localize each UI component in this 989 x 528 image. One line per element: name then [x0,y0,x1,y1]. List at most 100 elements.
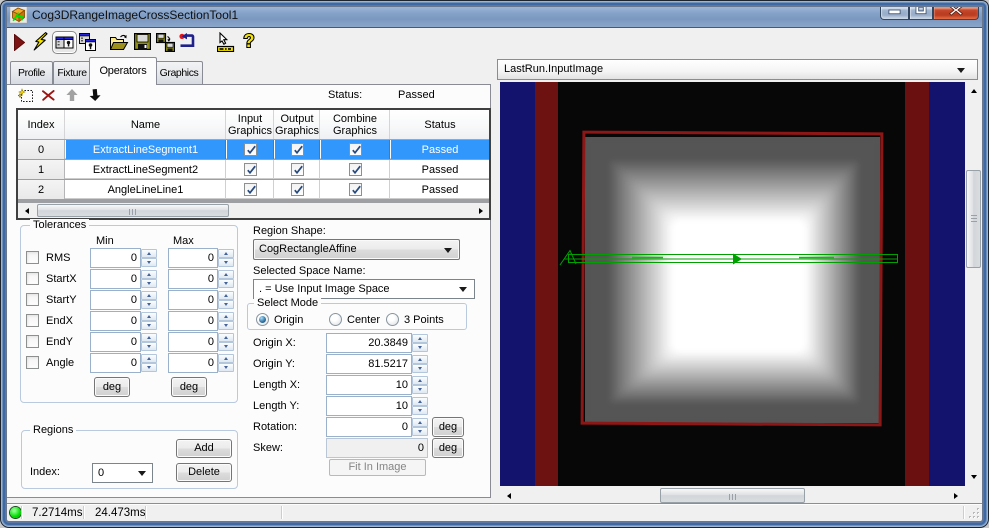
spin-up-button[interactable] [412,334,428,343]
checkbox-checked[interactable] [290,143,304,156]
spin-down-button[interactable] [141,342,157,351]
spin-down-button[interactable] [218,300,234,309]
table-hscroll-thumb[interactable] [37,204,229,217]
region-shape-combo[interactable]: CogRectangleAffine [253,239,460,260]
rotation-deg-button[interactable]: deg [432,417,464,437]
endy-max-input[interactable]: 0 [168,332,218,352]
startx-max-spinner[interactable] [218,270,234,288]
starty-min-spinner[interactable] [141,291,157,309]
endx-min-spinner[interactable] [141,312,157,330]
float-controls-icon[interactable] [79,33,96,51]
length-y-spinner[interactable] [412,397,428,415]
length-x-spinner[interactable] [412,376,428,394]
length-y-input[interactable]: 10 [326,396,412,416]
tolerance-checkbox-rms[interactable] [26,251,39,264]
spin-down-button[interactable] [218,258,234,267]
col-status[interactable]: Status [391,110,489,139]
tab-profile[interactable]: Profile [10,61,53,84]
selected-space-combo[interactable]: . = Use Input Image Space [253,279,475,299]
starty-min-input[interactable]: 0 [90,290,141,310]
scroll-down-button[interactable] [966,469,981,485]
tolerance-checkbox-starty[interactable] [26,293,39,306]
tolerance-checkbox-startx[interactable] [26,272,39,285]
checkbox-checked[interactable] [243,183,257,196]
run-tool-icon[interactable] [14,34,25,51]
region-index-combo[interactable]: 0 [92,463,153,483]
checkbox-checked[interactable] [348,183,362,196]
resize-grip[interactable] [968,507,980,519]
spin-down-button[interactable] [412,364,428,373]
scroll-up-button[interactable] [966,83,981,99]
save-cross-section-icon[interactable] [156,33,175,52]
tab-graphics[interactable]: Graphics [155,61,203,84]
spin-up-button[interactable] [218,354,234,363]
tolerance-checkbox-endx[interactable] [26,314,39,327]
table-cell[interactable] [275,160,320,179]
spin-down-button[interactable] [141,300,157,309]
spin-up-button[interactable] [141,270,157,279]
close-button[interactable] [933,1,979,20]
spin-up-button[interactable] [412,397,428,406]
table-hscrollbar[interactable] [18,203,489,218]
minimize-button[interactable] [880,1,909,20]
endx-max-spinner[interactable] [218,312,234,330]
startx-min-spinner[interactable] [141,270,157,288]
spin-down-button[interactable] [412,343,428,352]
spin-up-button[interactable] [412,418,428,427]
skew-deg-button[interactable]: deg [432,438,464,458]
scroll-left-button[interactable] [19,204,34,217]
rms-max-input[interactable]: 0 [168,248,218,268]
table-cell[interactable] [321,180,390,199]
open-file-icon[interactable] [110,34,129,51]
rotation-input[interactable]: 0 [326,417,412,437]
electric-pointer-icon[interactable] [217,32,236,52]
image-hscrollbar[interactable] [500,487,965,504]
table-cell[interactable]: AngleLineLine1 [66,180,226,199]
spin-up-button[interactable] [141,249,157,258]
angle-min-spinner[interactable] [141,354,157,372]
radio-3points[interactable] [386,313,399,326]
col-name[interactable]: Name [66,110,226,139]
spin-down-button[interactable] [218,363,234,372]
min-deg-button[interactable]: deg [94,377,130,397]
new-operator-icon[interactable] [18,88,34,103]
tolerance-checkbox-angle[interactable] [26,356,39,369]
spin-up-button[interactable] [412,376,428,385]
table-cell[interactable] [321,140,390,159]
spin-up-button[interactable] [141,354,157,363]
image-vscroll-thumb[interactable] [966,170,981,268]
table-cell[interactable] [227,140,274,159]
reset-tool-icon[interactable] [179,33,197,50]
image-vscrollbar[interactable] [965,82,982,486]
table-cell[interactable] [321,160,390,179]
table-cell[interactable] [275,140,320,159]
spin-down-button[interactable] [141,279,157,288]
radio-origin[interactable] [256,313,269,326]
radio-center[interactable] [329,313,342,326]
spin-up-button[interactable] [412,355,428,364]
table-cell[interactable] [275,180,320,199]
starty-max-spinner[interactable] [218,291,234,309]
endy-min-spinner[interactable] [141,333,157,351]
checkbox-checked[interactable] [290,163,304,176]
spin-down-button[interactable] [218,279,234,288]
move-down-icon[interactable] [88,89,102,101]
origin-y-input[interactable]: 81.5217 [326,354,412,374]
delete-operator-icon[interactable] [42,90,55,101]
tab-operators[interactable]: Operators [89,57,157,85]
scroll-right-button[interactable] [473,204,488,217]
col-output-graphics[interactable]: Output Graphics [275,110,320,139]
endy-min-input[interactable]: 0 [90,332,141,352]
rms-max-spinner[interactable] [218,249,234,267]
table-row[interactable]: 0 ExtractLineSegment1 Passed [18,140,489,159]
table-cell[interactable]: Passed [391,180,489,199]
help-icon[interactable]: ? [242,33,256,51]
endy-max-spinner[interactable] [218,333,234,351]
scroll-left-button[interactable] [501,488,517,503]
table-cell[interactable] [227,160,274,179]
display-selector-combo[interactable]: LastRun.InputImage [497,59,978,80]
starty-max-input[interactable]: 0 [168,290,218,310]
checkbox-checked[interactable] [290,183,304,196]
spin-down-button[interactable] [218,321,234,330]
spin-down-button[interactable] [412,406,428,415]
